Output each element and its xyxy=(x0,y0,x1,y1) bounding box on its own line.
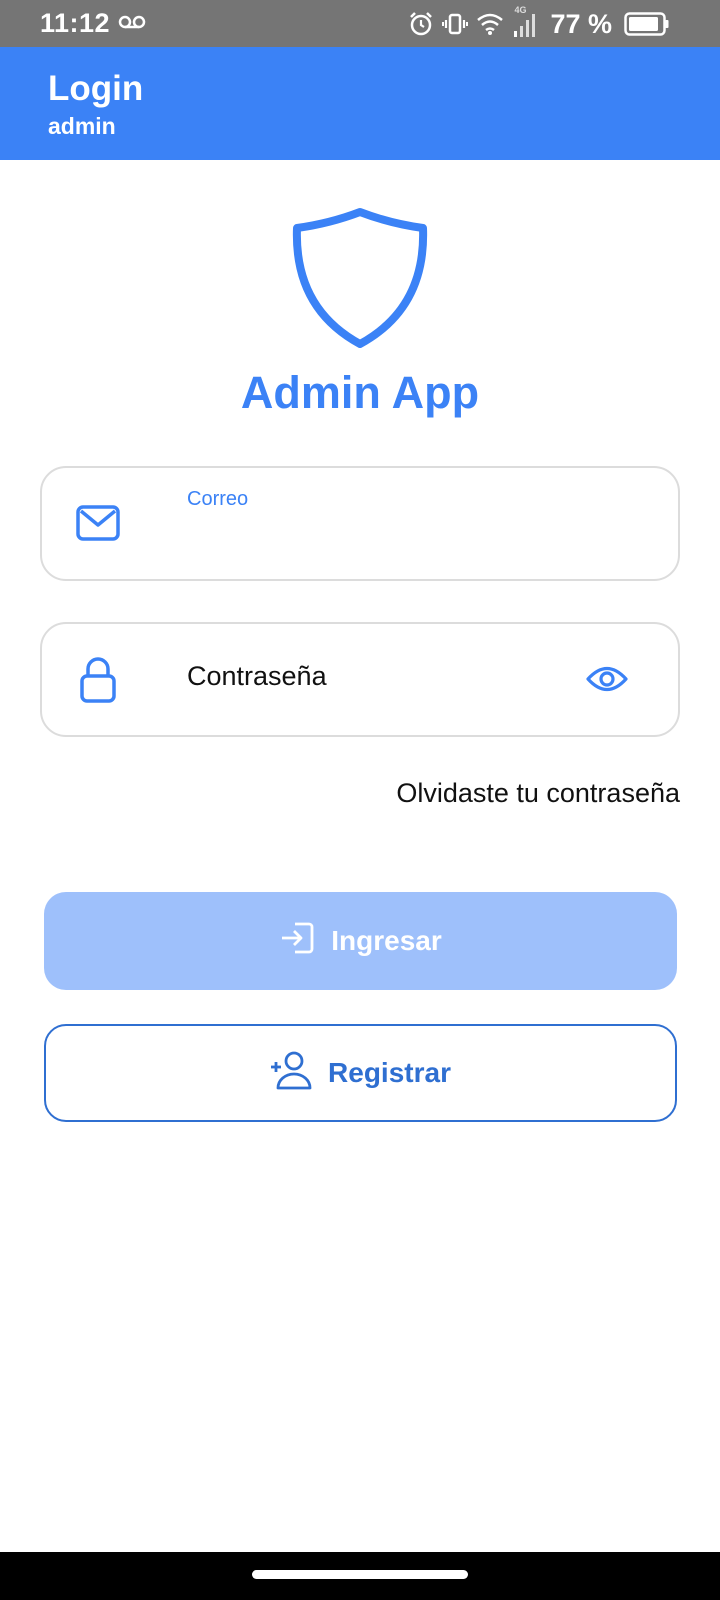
vibrate-icon xyxy=(442,11,469,37)
mail-icon xyxy=(76,504,120,547)
app-name: Admin App xyxy=(240,367,480,418)
system-nav-bar xyxy=(0,1552,720,1600)
page-title: Login xyxy=(48,69,144,108)
status-bar: 11:12 4G 77 % xyxy=(0,0,720,47)
wifi-icon xyxy=(476,12,504,36)
lock-icon xyxy=(80,656,116,709)
status-icons: 4G 77 % xyxy=(408,5,670,40)
home-gesture-handle[interactable] xyxy=(252,1570,468,1579)
email-field[interactable]: Correo xyxy=(40,466,680,581)
status-time: 11:12 xyxy=(40,8,111,38)
voicemail-icon xyxy=(118,14,146,35)
eye-icon[interactable] xyxy=(586,664,628,699)
app-bar: Login admin xyxy=(0,47,720,160)
password-placeholder: Contraseña xyxy=(187,661,327,691)
forgot-password-link[interactable]: Olvidaste tu contraseña xyxy=(396,778,680,809)
email-label: Correo xyxy=(187,488,249,510)
alarm-icon xyxy=(408,11,434,37)
page-subtitle: admin xyxy=(48,113,116,139)
password-field[interactable]: Contraseña xyxy=(40,622,680,737)
register-button-label: Registrar xyxy=(328,1057,451,1088)
login-button-label: Ingresar xyxy=(331,925,442,956)
signal-icon: 4G xyxy=(512,5,538,39)
battery-icon xyxy=(624,12,670,36)
shield-icon xyxy=(289,206,431,353)
add-user-icon xyxy=(270,1050,312,1097)
battery-percent: 77 % xyxy=(550,8,612,39)
login-button[interactable]: Ingresar xyxy=(44,892,677,990)
login-icon xyxy=(279,921,315,962)
register-button[interactable]: Registrar xyxy=(44,1024,677,1122)
